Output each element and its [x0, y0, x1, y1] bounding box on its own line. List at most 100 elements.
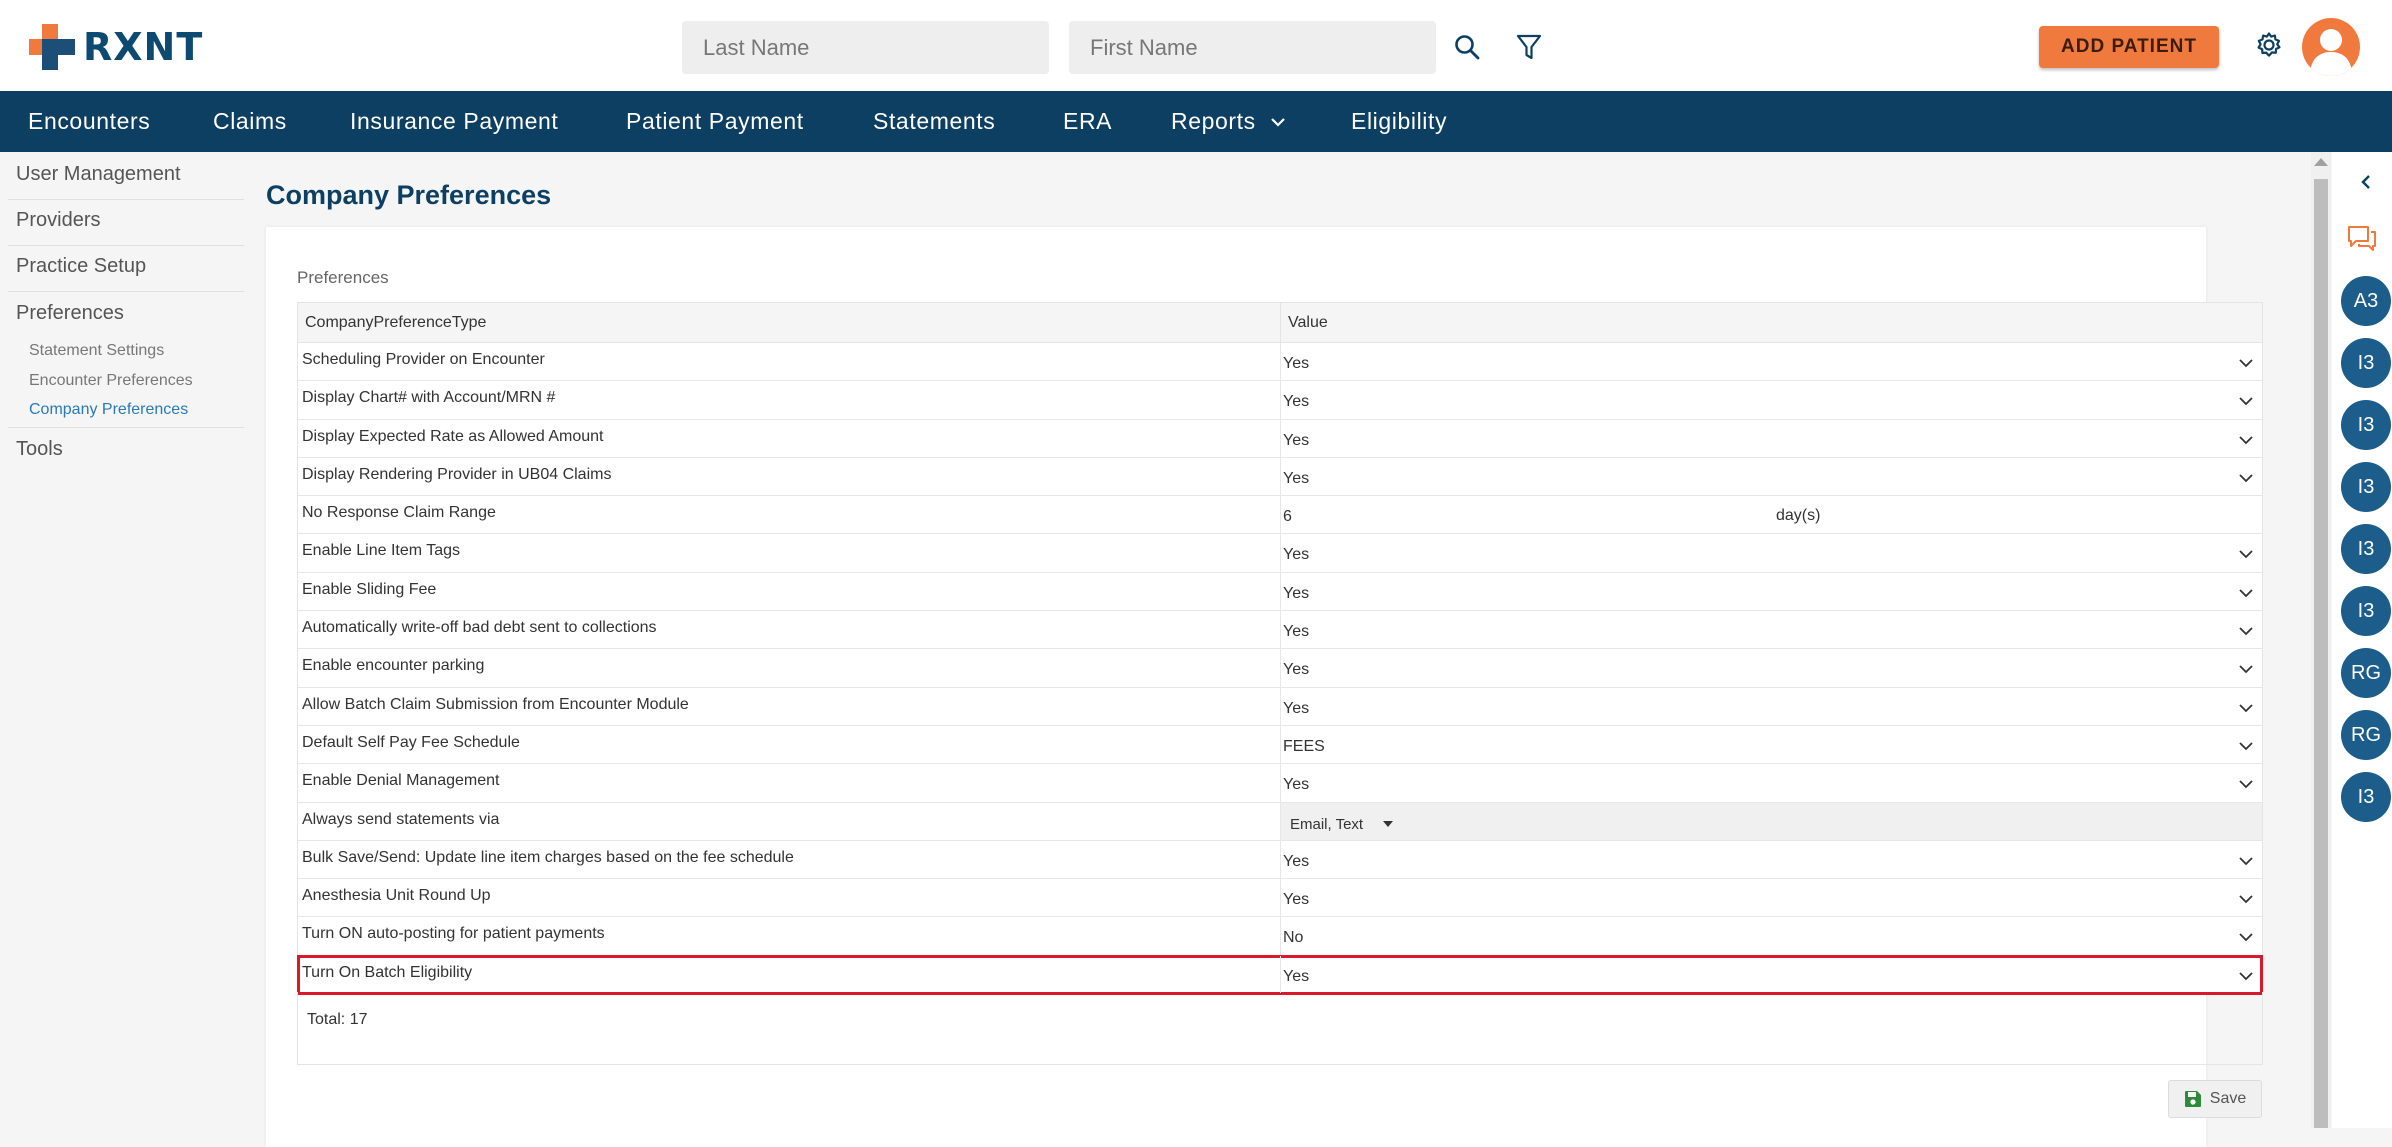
preference-value[interactable]: Yes — [1283, 891, 1309, 909]
table-row[interactable]: Scheduling Provider on Encounter Yes — [298, 343, 2262, 382]
sidebar-item-preferences[interactable]: Preferences — [16, 302, 124, 325]
rail-avatar[interactable]: RG — [2341, 710, 2391, 760]
nav-claims[interactable]: Claims — [213, 108, 287, 135]
chevron-down-icon[interactable] — [2238, 738, 2254, 754]
preference-value[interactable]: Yes — [1283, 432, 1309, 450]
rail-avatar[interactable]: I3 — [2341, 462, 2391, 512]
nav-encounters[interactable]: Encounters — [28, 108, 150, 135]
preference-name: Automatically write-off bad debt sent to… — [302, 619, 657, 637]
search-icon[interactable] — [1451, 31, 1483, 63]
table-row[interactable]: Enable encounter parking Yes — [298, 649, 2262, 688]
chevron-down-icon[interactable] — [2238, 585, 2254, 601]
preference-value[interactable]: Yes — [1283, 700, 1309, 718]
rail-avatar[interactable]: I3 — [2341, 524, 2391, 574]
top-bar: RXNT ADD PATIENT — [0, 0, 2392, 91]
chevron-down-icon[interactable] — [2238, 891, 2254, 907]
sidebar-subitem-company-preferences[interactable]: Company Preferences — [29, 401, 188, 419]
table-row[interactable]: Allow Batch Claim Submission from Encoun… — [298, 687, 2262, 726]
table-row[interactable]: Display Chart# with Account/MRN # Yes — [298, 381, 2262, 420]
table-row[interactable]: Automatically write-off bad debt sent to… — [298, 611, 2262, 650]
preference-value[interactable]: FEES — [1283, 738, 1325, 756]
chevron-down-icon[interactable] — [2238, 623, 2254, 639]
sidebar-subitem-statement-settings[interactable]: Statement Settings — [29, 342, 164, 360]
preference-value[interactable]: Yes — [1283, 853, 1309, 871]
column-header-value[interactable]: Value — [1288, 314, 1328, 332]
preference-name: Allow Batch Claim Submission from Encoun… — [302, 695, 689, 713]
filter-icon[interactable] — [1513, 31, 1545, 63]
preference-value[interactable]: Yes — [1283, 393, 1309, 411]
table-row[interactable]: Display Expected Rate as Allowed Amount Y… — [298, 419, 2262, 458]
preference-value[interactable]: Yes — [1283, 585, 1309, 603]
table-row[interactable]: Turn ON auto-posting for patient payment… — [298, 917, 2262, 956]
rxnt-cross-icon — [29, 24, 75, 70]
sidebar-item-tools[interactable]: Tools — [16, 438, 63, 461]
table-row[interactable]: Enable Sliding Fee Yes — [298, 572, 2262, 612]
preference-value-input[interactable]: 6 — [1283, 508, 1292, 526]
caret-down-icon[interactable] — [1382, 820, 1394, 828]
sidebar-item-user-management[interactable]: User Management — [16, 163, 181, 186]
preference-value[interactable]: Yes — [1283, 968, 1309, 986]
rail-avatar[interactable]: A3 — [2341, 276, 2391, 326]
sidebar-item-providers[interactable]: Providers — [16, 209, 100, 232]
save-button[interactable]: Save — [2168, 1080, 2262, 1118]
chevron-down-icon[interactable] — [2238, 546, 2254, 562]
rail-avatar[interactable]: RG — [2341, 648, 2391, 698]
sidebar-item-practice-setup[interactable]: Practice Setup — [16, 255, 146, 278]
nav-reports[interactable]: Reports — [1171, 108, 1286, 135]
user-avatar[interactable] — [2302, 18, 2360, 76]
chevron-down-icon[interactable] — [2238, 393, 2254, 409]
chevron-down-icon[interactable] — [2238, 432, 2254, 448]
chevron-down-icon[interactable] — [2238, 853, 2254, 869]
chevron-down-icon[interactable] — [2238, 470, 2254, 486]
preference-value[interactable]: Yes — [1283, 355, 1309, 373]
nav-insurance-payment[interactable]: Insurance Payment — [350, 108, 558, 135]
preference-value[interactable]: No — [1283, 929, 1303, 947]
rail-avatar[interactable]: I3 — [2341, 338, 2391, 388]
sidebar-subitem-encounter-preferences[interactable]: Encounter Preferences — [29, 372, 193, 390]
preference-value[interactable]: Yes — [1283, 470, 1309, 488]
preference-value[interactable]: Yes — [1283, 546, 1309, 564]
chevron-down-icon[interactable] — [2238, 355, 2254, 371]
preference-value[interactable]: Yes — [1283, 623, 1309, 641]
chevron-down-icon[interactable] — [2238, 661, 2254, 677]
rxnt-logo[interactable]: RXNT — [27, 22, 203, 72]
column-header-type[interactable]: CompanyPreferenceType — [305, 314, 486, 332]
table-row[interactable]: Anesthesia Unit Round Up Yes — [298, 879, 2262, 918]
rail-avatar[interactable]: I3 — [2341, 400, 2391, 450]
chevron-down-icon[interactable] — [2238, 776, 2254, 792]
grid-footer — [297, 992, 2263, 1065]
nav-era[interactable]: ERA — [1063, 108, 1112, 135]
scrollbar-thumb[interactable] — [2314, 179, 2328, 1128]
table-row[interactable]: Display Rendering Provider in UB04 Claim… — [298, 457, 2262, 497]
last-name-input[interactable] — [682, 21, 1049, 74]
chevron-left-icon[interactable] — [2356, 172, 2376, 192]
preference-value[interactable]: Email, Text — [1290, 816, 1363, 833]
table-row[interactable]: Default Self Pay Fee Schedule FEES — [298, 725, 2262, 765]
table-row[interactable]: No Response Claim Range 6 day(s) — [298, 496, 2262, 535]
gear-icon[interactable] — [2253, 29, 2285, 61]
chevron-down-icon[interactable] — [2238, 929, 2254, 945]
sidebar-divider — [8, 291, 244, 292]
first-name-input[interactable] — [1069, 21, 1436, 74]
chat-icon[interactable] — [2345, 223, 2379, 255]
table-row[interactable]: Turn On Batch Eligibility Yes — [297, 954, 2263, 996]
preference-value[interactable]: Yes — [1283, 776, 1309, 794]
nav-patient-payment[interactable]: Patient Payment — [626, 108, 804, 135]
brand-name: RXNT — [83, 25, 204, 69]
multi-select[interactable] — [1281, 802, 2262, 840]
sidebar-divider — [8, 245, 244, 246]
add-patient-button[interactable]: ADD PATIENT — [2039, 26, 2219, 68]
nav-statements[interactable]: Statements — [873, 108, 995, 135]
table-row[interactable]: Enable Denial Management Yes — [298, 764, 2262, 803]
grid-body: Scheduling Provider on Encounter Yes Displ… — [297, 343, 2263, 996]
nav-eligibility[interactable]: Eligibility — [1351, 108, 1447, 135]
table-row[interactable]: Always send statements via Email, Text — [298, 802, 2262, 841]
rail-avatar[interactable]: I3 — [2341, 586, 2391, 636]
preference-value[interactable]: Yes — [1283, 661, 1309, 679]
chevron-down-icon[interactable] — [2238, 700, 2254, 716]
rail-avatar[interactable]: I3 — [2341, 772, 2391, 822]
scroll-up-arrow[interactable] — [2314, 158, 2328, 166]
chevron-down-icon[interactable] — [2238, 968, 2254, 984]
table-row[interactable]: Bulk Save/Send: Update line item charges… — [298, 840, 2262, 880]
table-row[interactable]: Enable Line Item Tags Yes — [298, 534, 2262, 573]
